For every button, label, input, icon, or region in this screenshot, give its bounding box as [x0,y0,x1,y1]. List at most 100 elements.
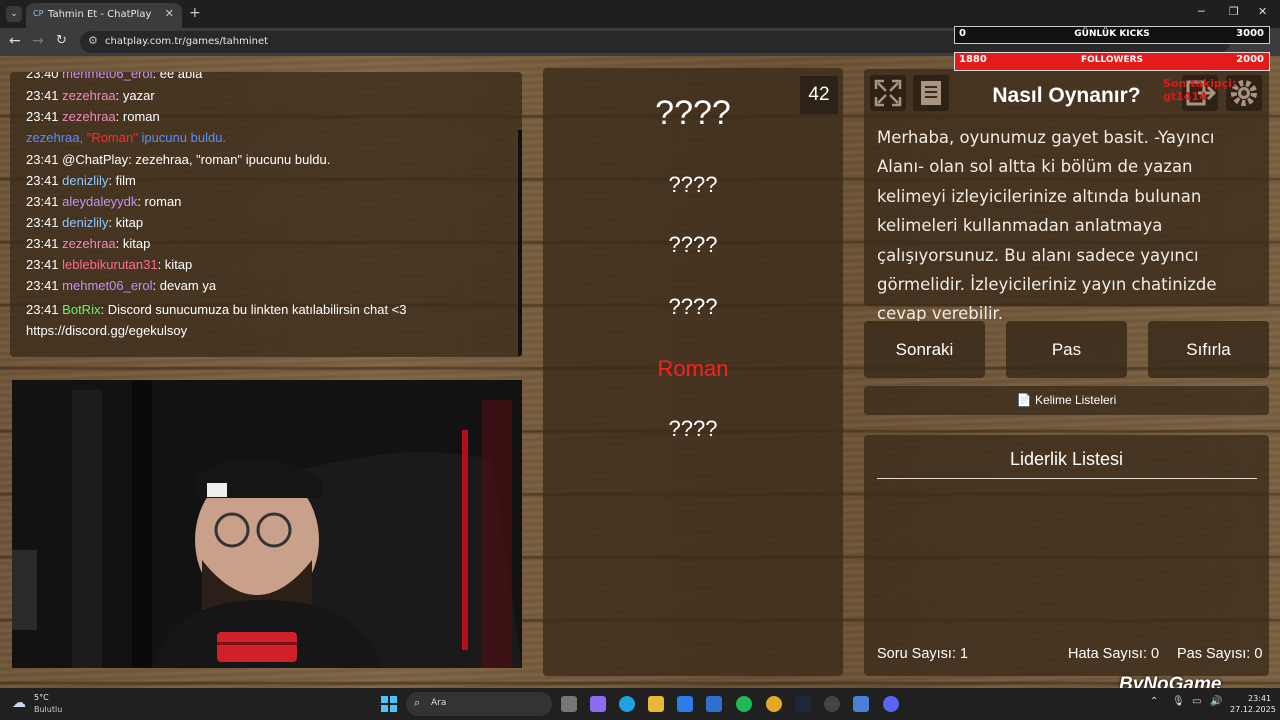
hint-word-3: ???? [668,294,718,319]
restore-icon[interactable]: ❐ [1229,5,1239,18]
chat-time: 23:41 [26,257,59,272]
how-to-play-panel: Nasıl Oynanır? Merhaba, oyunumuz gayet b… [864,69,1269,323]
chat-highlight: "Roman" [86,130,138,145]
spotify-icon[interactable] [736,696,752,712]
chat-time: 23:41 [26,109,59,124]
chat-username[interactable]: BotRix [62,302,100,317]
chat-message: 23:41 zezehraa: roman [26,109,160,124]
question-count-label: Soru Sayısı: [877,646,956,662]
window-close-icon[interactable]: ✕ [1258,5,1267,18]
steam-icon[interactable] [795,696,811,712]
pass-count: Pas Sayısı: 0 [1177,646,1262,662]
minimize-icon[interactable]: ─ [1198,5,1205,18]
chat-time: 23:40 [26,72,59,81]
chat-text: : film [108,173,136,188]
chat-username[interactable]: mehmet06_erol [62,278,152,293]
microphone-icon[interactable]: 🎙 [1172,696,1185,707]
chat-username[interactable]: leblebikurutan31 [62,257,157,272]
tab-favicon: CP [33,9,44,18]
follower-alert: Son takipçi: gt1414 [1163,77,1237,103]
chat-panel: 23:40 mehmet06_erol: ee abla 23:41 zezehr… [10,72,522,357]
kicks-label: GÜNLÜK KICKS [1074,29,1150,39]
error-count: Hata Sayısı: 0 [1068,646,1159,662]
site-info-icon[interactable]: ⚙ [88,34,98,47]
tab-search-icon[interactable]: ⌄ [6,6,22,22]
settings-app-icon[interactable] [853,696,869,712]
chat-scrollbar[interactable] [518,130,522,356]
followers-goal: 2000 [1236,54,1264,65]
question-count: Soru Sayısı: 1 [877,646,968,662]
chat-text: : roman [115,109,160,124]
volume-icon[interactable]: 🔊 [1210,696,1222,707]
chat-username[interactable]: zezehraa [62,109,115,124]
chat-username[interactable]: aleydaleyydk [62,194,137,209]
chat-message: 23:41 mehmet06_erol: devam ya [26,278,216,293]
chat-username[interactable]: zezehraa [62,88,115,103]
chat-username[interactable]: denizlily [62,215,108,230]
pass-count-value: 0 [1254,646,1263,662]
chat-username[interactable]: zezehraa [62,236,115,251]
chat-message: 23:41 denizlily: kitap [26,215,143,230]
weather-icon[interactable]: ☁ [12,695,26,711]
how-to-play-text: Merhaba, oyunumuz gayet basit. -Yayıncı … [877,128,1217,324]
chat-username[interactable]: denizlily [62,173,108,188]
discord-icon[interactable] [883,696,899,712]
reload-icon[interactable]: ↻ [56,33,67,48]
chat-message: 23:40 mehmet06_erol: ee abla [26,72,202,81]
leaderboard-panel: Liderlik Listesi Soru Sayısı: 1 Hata Say… [864,435,1269,676]
back-icon[interactable]: ← [9,33,21,49]
weather-desc: Bulutlu [34,705,63,714]
chat-time: 23:41 [26,173,59,188]
chat-text: : kitap [108,215,144,230]
camera-image [12,380,522,668]
new-tab-icon[interactable]: + [189,5,201,21]
pass-button[interactable]: Pas [1006,321,1127,378]
word-lists-button[interactable]: 📄 Kelime Listeleri [864,386,1269,415]
mail-icon[interactable] [706,696,722,712]
game-app-icon[interactable] [824,696,840,712]
url-text: chatplay.com.tr/games/tahminet [105,36,269,47]
network-icon[interactable]: ▭ [1192,696,1201,707]
leaderboard-title: Liderlik Listesi [1009,449,1124,469]
start-icon[interactable] [381,696,397,712]
chat-text: : devam ya [152,278,217,293]
copilot-icon[interactable] [590,696,606,712]
chat-time: 23:41 [26,302,59,317]
chat-time: 23:41 [26,236,59,251]
file-explorer-icon[interactable] [648,696,664,712]
chat-message: 23:41 zezehraa: kitap [26,236,150,251]
tray-chevron-icon[interactable]: ⌃ [1150,696,1158,707]
chat-text: : roman [137,194,182,209]
forward-icon[interactable]: → [32,33,44,49]
chat-text: : kitap [115,236,151,251]
leaderboard-divider [877,478,1257,479]
chat-message: 23:41 zezehraa: yazar [26,88,155,103]
chrome-icon[interactable] [766,696,782,712]
chat-message: 23:41 denizlily: film [26,173,136,188]
taskbar-search[interactable]: ⌕ Ara [406,692,552,716]
chat-username[interactable]: zezehraa, [26,130,87,145]
streamer-camera [12,380,522,668]
next-button[interactable]: Sonraki [864,321,985,378]
tab-close-icon[interactable]: ✕ [165,7,174,20]
chat-text: : yazar [115,88,155,103]
tab-title: Tahmin Et - ChatPlay [48,9,152,20]
store-icon[interactable] [677,696,693,712]
search-placeholder: Ara [431,698,447,708]
followers-goal-bar: 1880 FOLLOWERS 2000 [954,52,1270,71]
search-icon: ⌕ [414,696,421,709]
chat-message: 23:41 aleydaleyydk: roman [26,194,181,209]
chat-username[interactable]: mehmet06_erol [62,72,152,81]
followers-label: FOLLOWERS [1080,55,1144,65]
hint-word-2: ???? [668,232,718,257]
chat-message: 23:41 leblebikurutan31: kitap [26,257,192,272]
error-count-value: 0 [1151,646,1160,662]
chat-time: 23:41 [26,194,59,209]
browser-tab[interactable]: CP Tahmin Et - ChatPlay ✕ [26,3,182,28]
reset-button[interactable]: Sıfırla [1148,321,1269,378]
edge-icon[interactable] [619,696,635,712]
chat-message: 23:41 BotRix: Discord sunucumuza bu link… [26,299,506,341]
clock-time: 23:41 [1248,694,1272,703]
pass-count-label: Pas Sayısı: [1177,646,1251,662]
task-view-icon[interactable] [561,696,577,712]
